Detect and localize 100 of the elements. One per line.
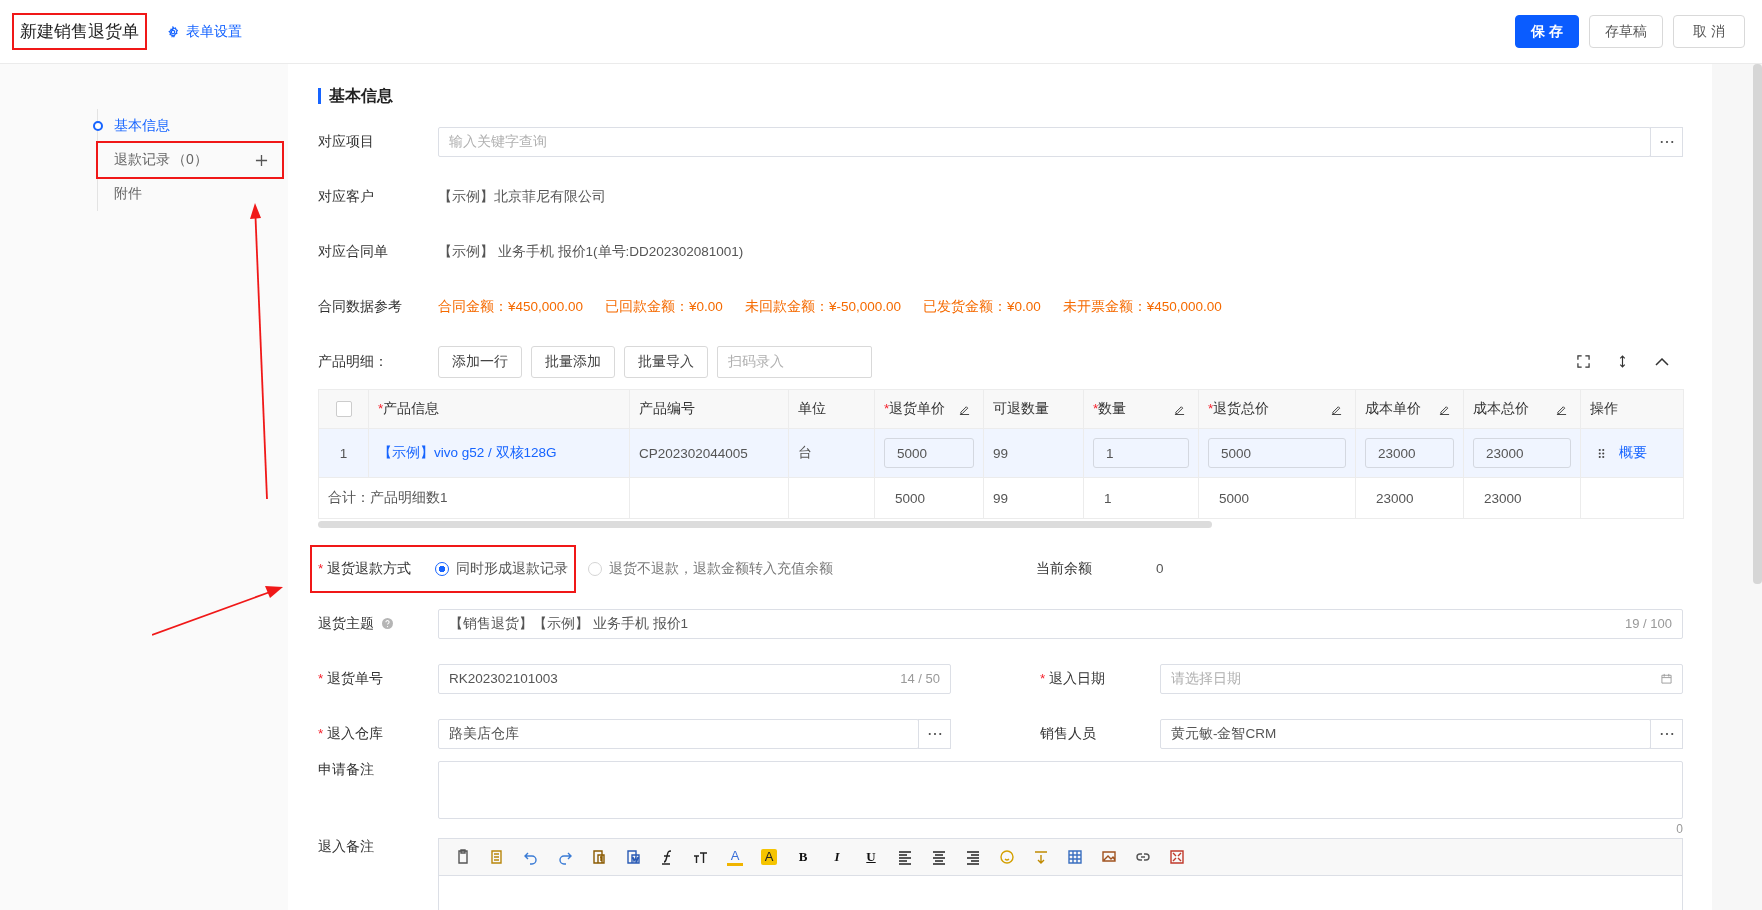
- cell-input[interactable]: 5000: [884, 438, 974, 468]
- field-label: 退货主题: [318, 614, 438, 633]
- table-cell: 99: [993, 445, 1009, 461]
- checkbox[interactable]: [335, 401, 352, 418]
- fullscreen-icon[interactable]: [1577, 355, 1590, 368]
- italic-button[interactable]: I: [829, 849, 845, 865]
- pencil-icon[interactable]: [1331, 403, 1342, 415]
- underline-button[interactable]: U: [863, 849, 879, 865]
- sidebar-item[interactable]: 基本信息: [98, 109, 282, 143]
- input-field[interactable]: 路美店仓库: [438, 718, 919, 749]
- input-field[interactable]: 【销售退货】【示例】 业务手机 报价1 19 / 100: [438, 608, 1683, 639]
- total-label: 合计：产品明细数1: [328, 490, 448, 505]
- vertical-arrows-icon[interactable]: [1618, 355, 1627, 368]
- calendar-icon: [1661, 673, 1672, 684]
- align-left-icon[interactable]: [897, 849, 913, 865]
- section-title: 基本信息: [318, 88, 1683, 104]
- field-label: 合同数据参考: [318, 297, 403, 316]
- image-icon[interactable]: [1101, 849, 1117, 865]
- amount-text: 已回款金额：¥0.00: [605, 297, 723, 316]
- field-label: 产品明细：: [318, 352, 389, 371]
- radio-option[interactable]: 退货不退款，退款金额转入充值余额: [588, 559, 834, 578]
- field-label: 对应项目: [318, 132, 375, 151]
- drag-handle-icon[interactable]: [1598, 447, 1605, 459]
- field-label: * 退货单号: [318, 669, 385, 688]
- toolbar-button[interactable]: 添加一行: [438, 345, 522, 378]
- cell-input[interactable]: 23000: [1365, 438, 1454, 468]
- field-label: 销售人员: [1040, 724, 1097, 743]
- row-number: 1: [339, 445, 348, 461]
- radio-option[interactable]: 同时形成退款记录: [435, 559, 569, 578]
- gear-icon[interactable]: [167, 25, 179, 38]
- table-cell: 99: [993, 490, 1009, 506]
- clipboard-icon[interactable]: [455, 849, 471, 865]
- clipboard-icon[interactable]: [625, 849, 641, 865]
- header-button[interactable]: 存草稿: [1589, 15, 1663, 48]
- table-cell: 23000: [1484, 490, 1522, 506]
- column-header: 操作: [1590, 400, 1618, 418]
- column-header: 产品编号: [639, 400, 695, 418]
- highlight-button[interactable]: A: [761, 849, 777, 865]
- font-size-icon[interactable]: [693, 849, 709, 865]
- table-cell: 台: [798, 445, 812, 460]
- bold-button[interactable]: B: [795, 849, 811, 865]
- ellipsis-icon: [927, 731, 942, 736]
- field-label: 退入备注: [318, 838, 375, 856]
- input-field[interactable]: 黄元敏-金智CRM: [1160, 718, 1651, 749]
- column-header: 单位: [798, 400, 826, 418]
- save-button[interactable]: 保 存: [1515, 15, 1579, 48]
- field-label: * 退入仓库: [318, 724, 385, 743]
- pencil-icon[interactable]: [959, 403, 970, 415]
- page-title: 新建销售退货单: [12, 13, 147, 50]
- scrollbar-thumb[interactable]: [1753, 64, 1762, 584]
- cell-input[interactable]: 5000: [1208, 438, 1346, 468]
- sidebar-item[interactable]: 退款记录（0）: [98, 143, 282, 177]
- form-settings-link[interactable]: 表单设置: [167, 22, 242, 41]
- ellipsis-icon: [1659, 731, 1674, 736]
- pencil-icon[interactable]: [1439, 403, 1450, 415]
- align-center-icon[interactable]: [931, 849, 947, 865]
- toolbar-button[interactable]: 批量导入: [624, 345, 708, 378]
- toolbar-button[interactable]: 批量添加: [531, 345, 615, 378]
- pencil-icon[interactable]: [1556, 403, 1567, 415]
- column-header: 成本单价: [1365, 400, 1421, 418]
- align-right-icon[interactable]: [965, 849, 981, 865]
- table-cell: 5000: [1219, 490, 1250, 506]
- pencil-icon[interactable]: [1174, 403, 1185, 415]
- table-cell: 23000: [1376, 490, 1414, 506]
- field-value: 【示例】 业务手机 报价1(单号:DD202302081001): [438, 242, 744, 261]
- column-header: *退货总价: [1208, 400, 1270, 418]
- horizontal-rule-icon[interactable]: [1033, 849, 1049, 865]
- scrollbar-thumb[interactable]: [318, 521, 1212, 528]
- field-label: 申请备注: [318, 761, 375, 779]
- balance-value: 0: [1156, 561, 1164, 576]
- amount-text: 未回款金额：¥-50,000.00: [744, 297, 901, 316]
- sidebar-item[interactable]: 附件: [98, 177, 282, 211]
- cell-input[interactable]: 1: [1093, 438, 1189, 468]
- note-field[interactable]: [438, 761, 1683, 819]
- input-field[interactable]: RK202302101003 14 / 50: [438, 663, 951, 694]
- plus-icon[interactable]: [255, 153, 268, 167]
- field-value: 【示例】北京菲尼有限公司: [438, 187, 606, 206]
- column-header: *数量: [1093, 400, 1127, 418]
- field-label: * 退货退款方式: [318, 559, 412, 578]
- column-header: *退货单价: [884, 400, 946, 418]
- amount-text: 已发货金额：¥0.00: [922, 297, 1041, 316]
- field-label: * 退入日期: [1040, 669, 1107, 688]
- table-cell: 5000: [895, 490, 926, 506]
- column-header: *产品信息: [378, 400, 440, 418]
- fullscreen-icon[interactable]: [1169, 849, 1185, 865]
- rich-text-editor[interactable]: A A B I U: [438, 838, 1683, 910]
- table-icon[interactable]: [1067, 849, 1083, 865]
- header-button[interactable]: 取 消: [1673, 15, 1745, 48]
- table-cell: CP202302044005: [639, 445, 748, 461]
- clipboard-icon[interactable]: [591, 849, 607, 865]
- ellipsis-icon: [1659, 139, 1674, 144]
- summary-link[interactable]: 概要: [1619, 444, 1647, 462]
- collapse-icon[interactable]: [1655, 357, 1669, 366]
- field-label: 对应客户: [318, 187, 375, 206]
- font-color-button[interactable]: A: [727, 848, 743, 866]
- amount-text: 未开票金额：¥450,000.00: [1062, 297, 1222, 316]
- column-header: 可退数量: [993, 400, 1049, 418]
- character-counter: 0: [1676, 822, 1683, 836]
- cell-input[interactable]: 23000: [1473, 438, 1571, 468]
- table-cell: 1: [1104, 490, 1112, 506]
